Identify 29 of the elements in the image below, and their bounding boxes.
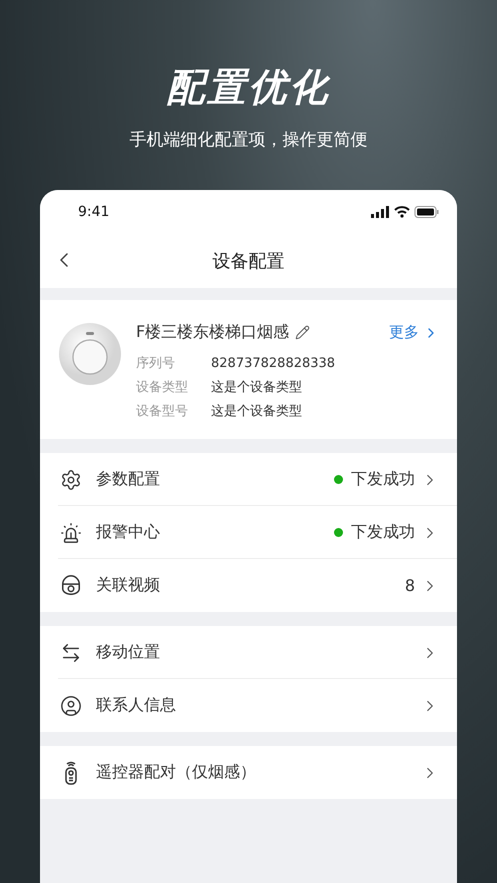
menu-item-label[interactable]: 遥控器配对（仅烟感） bbox=[96, 762, 415, 783]
smoke-detector-drawing bbox=[58, 322, 122, 386]
status-text: 下发成功 bbox=[351, 522, 415, 543]
count: 8 bbox=[404, 576, 415, 595]
field-value: 828737828828338 bbox=[211, 355, 336, 373]
field-value: 这是个设备类型 bbox=[211, 379, 302, 397]
menu-item-label[interactable]: 报警中心 bbox=[96, 522, 320, 543]
user-icon bbox=[60, 694, 82, 716]
device-name: F楼三楼东楼梯口烟感 bbox=[136, 322, 290, 343]
field-label: 设备型号 bbox=[136, 403, 189, 421]
swap-arrows-icon bbox=[60, 642, 82, 664]
menu-item-label[interactable]: 联系人信息 bbox=[96, 695, 415, 716]
headline: 配置优化 bbox=[166, 64, 330, 111]
menu-item-label[interactable]: 参数配置 bbox=[96, 469, 320, 490]
field-label: 序列号 bbox=[136, 355, 176, 373]
status-icons-drawing bbox=[371, 205, 439, 219]
status-time: 9:41 bbox=[78, 204, 110, 220]
menu-item-label[interactable]: 移动位置 bbox=[96, 642, 415, 663]
more-link[interactable]: 更多 bbox=[389, 323, 439, 342]
menu-item-label[interactable]: 关联视频 bbox=[96, 575, 391, 596]
page-title: 设备配置 bbox=[212, 250, 284, 273]
camera-icon bbox=[60, 574, 82, 596]
field-value: 这是个设备类型 bbox=[211, 403, 302, 421]
subtitle: 手机端细化配置项，操作更简便 bbox=[130, 129, 368, 152]
gear-icon bbox=[60, 468, 82, 490]
siren-icon bbox=[60, 522, 82, 544]
field-label: 设备类型 bbox=[136, 379, 189, 397]
status-text: 下发成功 bbox=[351, 469, 415, 490]
edit-icon[interactable] bbox=[295, 325, 310, 340]
